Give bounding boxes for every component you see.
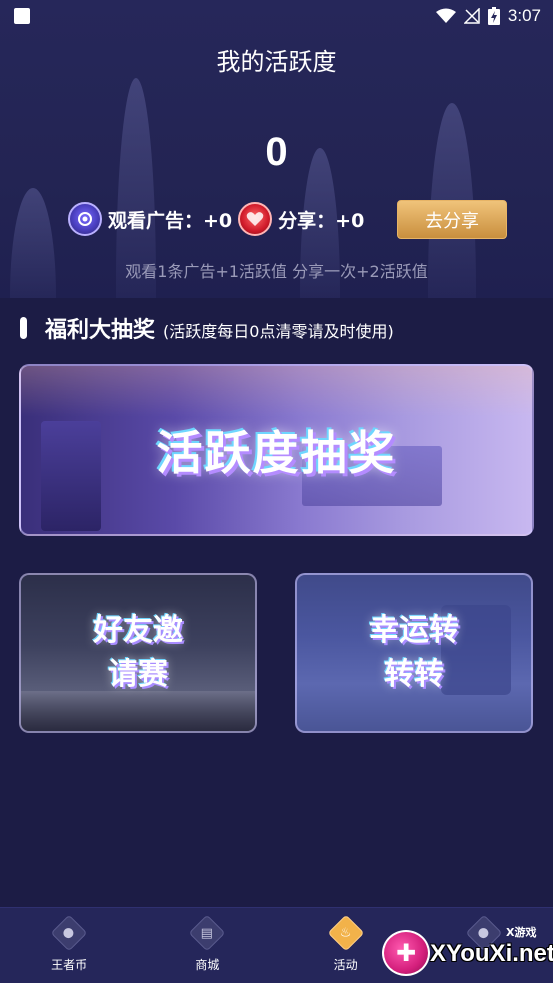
store-icon: ▤ bbox=[188, 914, 226, 952]
ad-medal-icon bbox=[68, 202, 102, 236]
battery-charging-icon bbox=[487, 7, 500, 25]
nav-label: 商城 bbox=[195, 958, 220, 972]
share-reward-label: 分享：+0 bbox=[278, 209, 365, 232]
status-bar: 3:07 bbox=[0, 0, 553, 32]
activity-lottery-label: 活跃度抽奖 bbox=[156, 426, 397, 480]
wifi-icon bbox=[435, 8, 456, 23]
share-reward-value: +0 bbox=[335, 209, 365, 232]
ad-reward-label: 观看广告：+0 bbox=[108, 209, 233, 232]
gamepad-logo-icon: ✚ bbox=[382, 930, 430, 976]
friend-invite-label: 好友邀 请赛 bbox=[93, 613, 183, 692]
status-icons: 3:07 bbox=[435, 6, 541, 26]
coin-icon: ● bbox=[50, 914, 88, 952]
watermark-brand: XYouXi.net bbox=[430, 940, 553, 967]
page-title: 我的活跃度 bbox=[216, 48, 337, 76]
watermark-small-text: X游戏 bbox=[506, 926, 537, 939]
section-marker bbox=[20, 317, 27, 339]
section-note: (活跃度每日0点清零请及时使用) bbox=[163, 322, 394, 341]
app-notification-icon bbox=[14, 8, 30, 24]
friend-invite-card[interactable]: 好友邀 请赛 bbox=[19, 573, 257, 733]
lucky-spin-card[interactable]: 幸运转 转转 bbox=[295, 573, 533, 733]
ad-reward-value: +0 bbox=[203, 209, 233, 232]
nav-label: 王者币 bbox=[51, 958, 88, 972]
nav-item-store[interactable]: ▤ 商城 bbox=[138, 908, 276, 983]
no-signal-icon bbox=[463, 8, 480, 24]
share-button[interactable]: 去分享 bbox=[397, 200, 507, 239]
nav-label: 活动 bbox=[333, 958, 358, 972]
hint-text: 观看1条广告+1活跃值 分享一次+2活跃值 bbox=[125, 262, 428, 281]
heart-medal-icon bbox=[238, 202, 273, 236]
reward-row: 观看广告：+0 分享：+0 bbox=[68, 200, 370, 238]
activity-lottery-card[interactable]: 活跃度抽奖 bbox=[19, 364, 534, 536]
nav-item-coins[interactable]: ● 王者币 bbox=[0, 908, 138, 983]
status-time: 3:07 bbox=[507, 6, 541, 25]
activity-value: 0 bbox=[265, 130, 288, 174]
site-watermark: ✚ X游戏 XYouXi.net bbox=[378, 922, 553, 980]
flame-icon: ♨ bbox=[327, 914, 365, 952]
lucky-spin-label: 幸运转 转转 bbox=[369, 613, 459, 692]
section-title: 福利大抽奖 bbox=[45, 318, 156, 343]
lottery-section-header: 福利大抽奖 (活跃度每日0点清零请及时使用) bbox=[20, 312, 394, 344]
